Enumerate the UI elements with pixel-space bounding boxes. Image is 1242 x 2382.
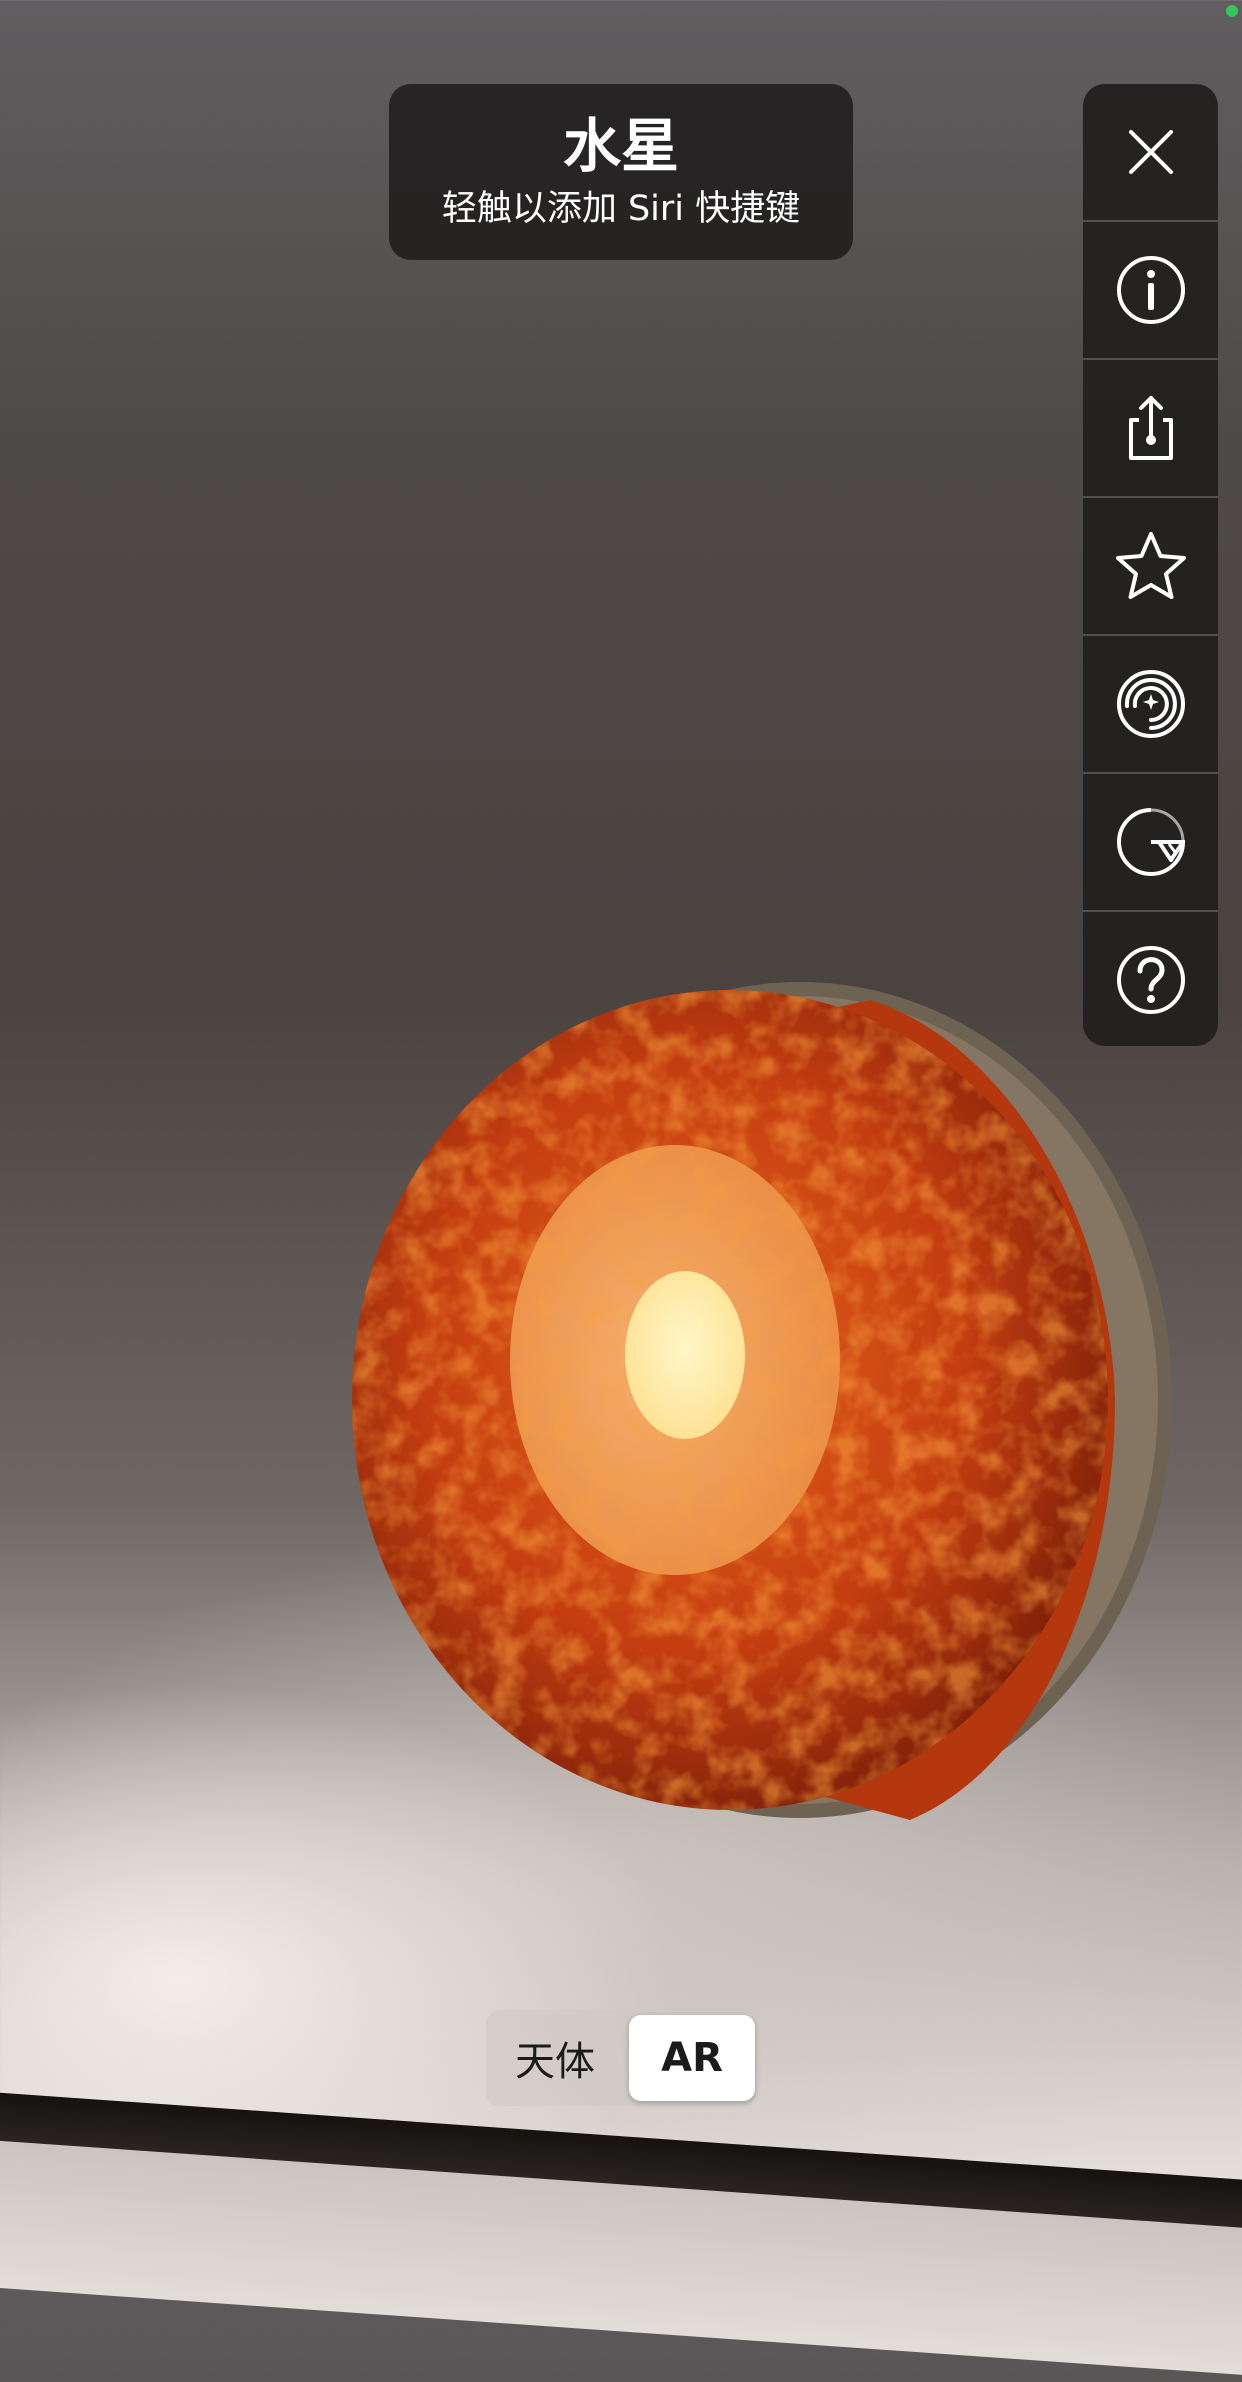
orbit-icon (1116, 670, 1185, 738)
siri-shortcut-banner[interactable]: 水星 轻触以添加 Siri 快捷键 (389, 84, 853, 260)
privacy-indicator-dot (1226, 5, 1238, 17)
page-title: 水星 (562, 112, 679, 180)
view-mode-toggle: 天体 AR (486, 2010, 756, 2106)
ar-camera-view[interactable] (0, 0, 1242, 2382)
cross-section-icon (1116, 808, 1185, 876)
close-icon (1128, 130, 1173, 174)
close-button[interactable] (1083, 84, 1218, 222)
cross-section-button[interactable] (1083, 774, 1218, 912)
info-button[interactable] (1083, 222, 1218, 360)
inner-core-layer (625, 1271, 745, 1439)
mercury-cross-section-model[interactable] (350, 950, 1190, 1850)
segment-ar-view[interactable]: AR (629, 2015, 755, 2101)
orbit-button[interactable] (1083, 636, 1218, 774)
help-icon (1116, 946, 1185, 1014)
share-button[interactable] (1083, 360, 1218, 498)
segment-object-view[interactable]: 天体 (492, 2015, 618, 2101)
help-button[interactable] (1083, 912, 1218, 1046)
siri-shortcut-hint: 轻触以添加 Siri 快捷键 (441, 189, 801, 229)
favorite-button[interactable] (1083, 498, 1218, 636)
star-icon (1115, 532, 1186, 599)
share-icon (1128, 396, 1173, 460)
info-icon (1116, 256, 1185, 324)
side-toolbar (1083, 84, 1218, 1046)
